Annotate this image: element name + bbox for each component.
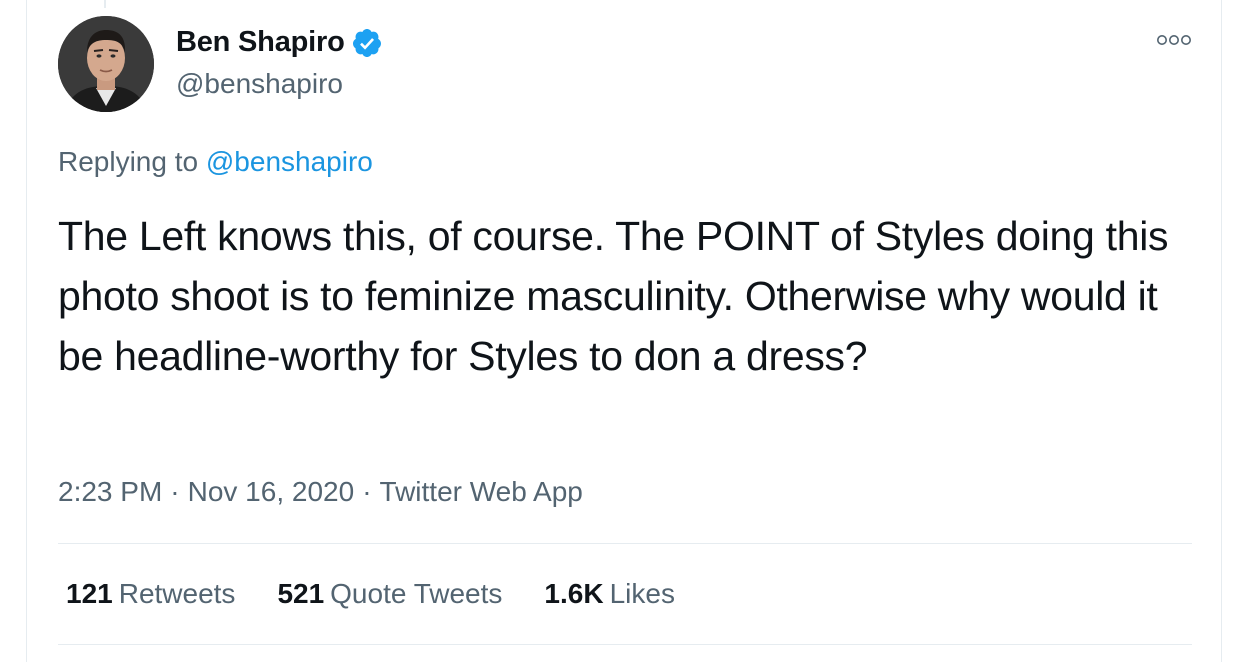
- retweets-label: Retweets: [118, 578, 236, 609]
- replying-to: Replying to @benshapiro: [58, 146, 373, 178]
- retweets-stat[interactable]: 121 Retweets: [66, 578, 235, 610]
- tweet-metadata: 2:23 PM · Nov 16, 2020 · Twitter Web App: [58, 476, 583, 508]
- quote-tweets-label: Quote Tweets: [330, 578, 503, 609]
- engagement-stats: 121 Retweets 521 Quote Tweets 1.6K Likes: [66, 578, 675, 610]
- author-name-row: Ben Shapiro: [176, 26, 383, 59]
- tweet-time[interactable]: 2:23 PM: [58, 476, 162, 507]
- author-handle[interactable]: @benshapiro: [176, 68, 343, 100]
- retweets-count: 121: [66, 578, 113, 609]
- more-options-button[interactable]: [1156, 30, 1192, 50]
- quote-tweets-stat[interactable]: 521 Quote Tweets: [277, 578, 502, 610]
- tweet-text: The Left knows this, of course. The POIN…: [58, 213, 1169, 379]
- tweet-date[interactable]: Nov 16, 2020: [188, 476, 355, 507]
- meta-separator: ·: [170, 476, 180, 507]
- replying-to-prefix: Replying to: [58, 146, 206, 177]
- likes-stat[interactable]: 1.6K Likes: [544, 578, 675, 610]
- likes-count: 1.6K: [544, 578, 604, 609]
- tweet-source[interactable]: Twitter Web App: [380, 476, 583, 507]
- thread-connector-line: [104, 0, 106, 8]
- likes-label: Likes: [609, 578, 675, 609]
- replying-to-handle-link[interactable]: @benshapiro: [206, 146, 373, 177]
- divider: [58, 543, 1192, 544]
- meta-separator: ·: [362, 476, 372, 507]
- quote-tweets-count: 521: [277, 578, 325, 609]
- avatar[interactable]: [58, 16, 154, 112]
- author-display-name[interactable]: Ben Shapiro: [176, 26, 345, 59]
- divider: [58, 644, 1192, 645]
- verified-badge-icon: [352, 28, 381, 57]
- more-options-icon: [1157, 35, 1191, 45]
